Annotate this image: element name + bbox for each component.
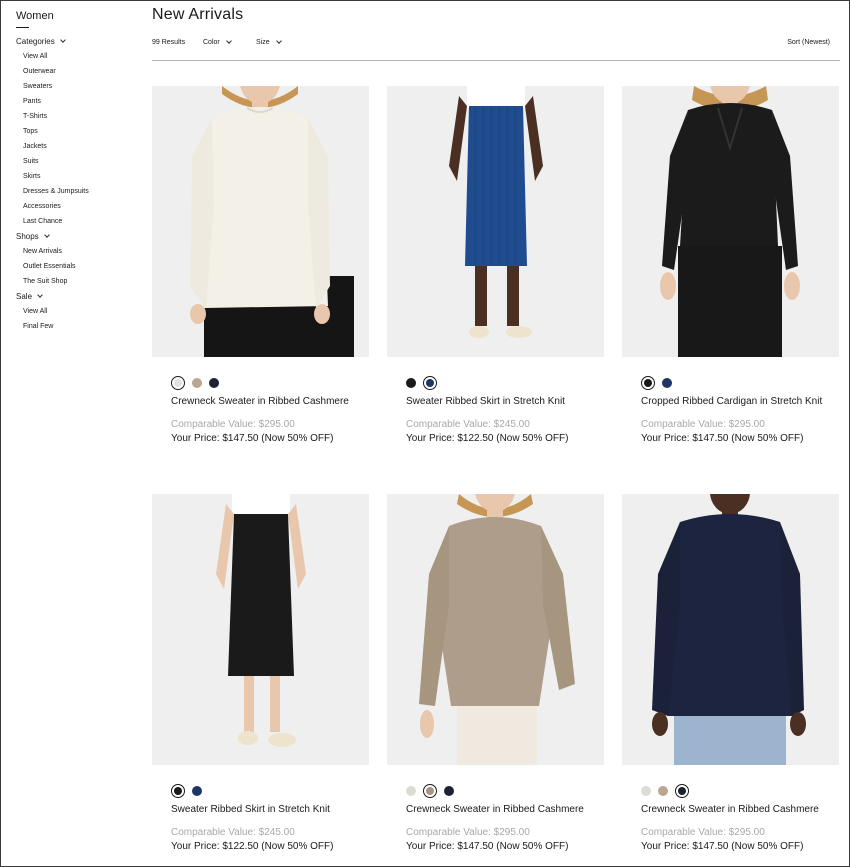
sidebar-title-women[interactable]: Women <box>16 10 136 22</box>
color-swatches <box>641 784 689 798</box>
skirt-blue-illustration <box>449 86 543 338</box>
color-swatch[interactable] <box>662 378 672 388</box>
color-swatch[interactable] <box>209 378 219 388</box>
product-price: Your Price: $122.50 (Now 50% OFF) <box>171 841 334 852</box>
color-swatches <box>406 376 437 390</box>
category-sidebar: Women Categories View All Outerwear Sweater… <box>16 10 136 334</box>
skirt-black-illustration <box>216 494 306 747</box>
sidebar-item-t-shirts[interactable]: T-Shirts <box>16 109 136 124</box>
sidebar-groups: Categories View All Outerwear Sweaters Pants… <box>16 34 136 334</box>
sidebar-item-pants[interactable]: Pants <box>16 94 136 109</box>
product-name[interactable]: Crewneck Sweater in Ribbed Cashmere <box>171 396 349 407</box>
color-swatch-selected[interactable] <box>675 784 689 798</box>
color-swatch[interactable] <box>192 378 202 388</box>
product-image[interactable] <box>622 86 839 357</box>
sidebar-item-view-all[interactable]: View All <box>16 304 136 319</box>
sidebar-item-new-arrivals[interactable]: New Arrivals <box>16 244 136 259</box>
product-image[interactable] <box>152 494 369 765</box>
sidebar-item-view-all[interactable]: View All <box>16 49 136 64</box>
sidebar-item-sweaters[interactable]: Sweaters <box>16 79 136 94</box>
sidebar-item-dresses-jumpsuits[interactable]: Dresses & Jumpsuits <box>16 184 136 199</box>
product-name[interactable]: Sweater Ribbed Skirt in Stretch Knit <box>171 804 330 815</box>
color-swatches <box>641 376 672 390</box>
chevron-down-icon <box>37 292 43 298</box>
chevron-down-icon <box>59 37 66 43</box>
product-name[interactable]: Cropped Ribbed Cardigan in Stretch Knit <box>641 396 822 407</box>
comparable-value: Comparable Value: $245.00 <box>171 827 295 838</box>
product-name[interactable]: Crewneck Sweater in Ribbed Cashmere <box>406 804 584 815</box>
color-swatches <box>406 784 454 798</box>
sidebar-item-tops[interactable]: Tops <box>16 124 136 139</box>
color-swatches <box>171 784 202 798</box>
color-swatches <box>171 376 219 390</box>
sidebar-item-skirts[interactable]: Skirts <box>16 169 136 184</box>
chevron-down-icon <box>43 232 50 238</box>
sweater-white-illustration <box>190 86 354 357</box>
sweater-navy-illustration <box>652 494 806 765</box>
product-image[interactable] <box>152 86 369 357</box>
color-swatch-selected[interactable] <box>423 376 437 390</box>
product-name[interactable]: Sweater Ribbed Skirt in Stretch Knit <box>406 396 565 407</box>
results-count: 99 Results <box>152 39 186 46</box>
comparable-value: Comparable Value: $295.00 <box>406 827 530 838</box>
product-price: Your Price: $122.50 (Now 50% OFF) <box>406 433 569 444</box>
sidebar-group-categories[interactable]: Categories <box>16 34 136 49</box>
product-price: Your Price: $147.50 (Now 50% OFF) <box>641 841 804 852</box>
product-price: Your Price: $147.50 (Now 50% OFF) <box>641 433 804 444</box>
size-filter-dropdown[interactable]: Size <box>256 38 282 46</box>
sidebar-item-jackets[interactable]: Jackets <box>16 139 136 154</box>
color-filter-dropdown[interactable]: Color <box>203 38 232 46</box>
color-swatch[interactable] <box>658 786 668 796</box>
color-swatch-selected[interactable] <box>171 784 185 798</box>
comparable-value: Comparable Value: $245.00 <box>406 419 530 430</box>
filter-toolbar: 99 Results Color Size Sort (Newest) <box>152 38 830 51</box>
sort-dropdown[interactable]: Sort (Newest) <box>787 39 830 46</box>
size-filter-label: Size <box>256 39 270 46</box>
color-swatch[interactable] <box>641 786 651 796</box>
sidebar-item-suits[interactable]: Suits <box>16 154 136 169</box>
color-swatch[interactable] <box>406 378 416 388</box>
color-swatch[interactable] <box>444 786 454 796</box>
sidebar-group-label: Categories <box>16 37 55 46</box>
color-swatch[interactable] <box>192 786 202 796</box>
sidebar-item-the-suit-shop[interactable]: The Suit Shop <box>16 274 136 289</box>
comparable-value: Comparable Value: $295.00 <box>641 827 765 838</box>
sweater-taupe-illustration <box>419 494 575 765</box>
sidebar-group-label: Shops <box>16 232 39 241</box>
sidebar-item-accessories[interactable]: Accessories <box>16 199 136 214</box>
sidebar-group-shops[interactable]: Shops <box>16 229 136 244</box>
product-image[interactable] <box>387 86 604 357</box>
comparable-value: Comparable Value: $295.00 <box>171 419 295 430</box>
product-image[interactable] <box>622 494 839 765</box>
toolbar-divider <box>152 60 840 61</box>
sidebar-item-outerwear[interactable]: Outerwear <box>16 64 136 79</box>
comparable-value: Comparable Value: $295.00 <box>641 419 765 430</box>
page-title: New Arrivals <box>152 6 244 23</box>
sidebar-group-label: Sale <box>16 292 33 301</box>
product-name[interactable]: Crewneck Sweater in Ribbed Cashmere <box>641 804 819 815</box>
cardigan-black-illustration <box>660 86 800 357</box>
sidebar-item-final-few[interactable]: Final Few <box>16 319 136 334</box>
sidebar-item-outlet-essentials[interactable]: Outlet Essentials <box>16 259 136 274</box>
product-price: Your Price: $147.50 (Now 50% OFF) <box>171 433 334 444</box>
color-swatch[interactable] <box>406 786 416 796</box>
chevron-down-icon <box>225 38 232 44</box>
chevron-down-icon <box>275 38 282 44</box>
color-swatch-selected[interactable] <box>423 784 437 798</box>
color-filter-label: Color <box>203 39 220 46</box>
product-price: Your Price: $147.50 (Now 50% OFF) <box>406 841 569 852</box>
product-image[interactable] <box>387 494 604 765</box>
color-swatch-selected[interactable] <box>171 376 185 390</box>
sidebar-group-sale[interactable]: Sale <box>16 289 136 304</box>
sidebar-item-last-chance[interactable]: Last Chance <box>16 214 136 229</box>
color-swatch-selected[interactable] <box>641 376 655 390</box>
sidebar-title-underline <box>16 27 29 28</box>
